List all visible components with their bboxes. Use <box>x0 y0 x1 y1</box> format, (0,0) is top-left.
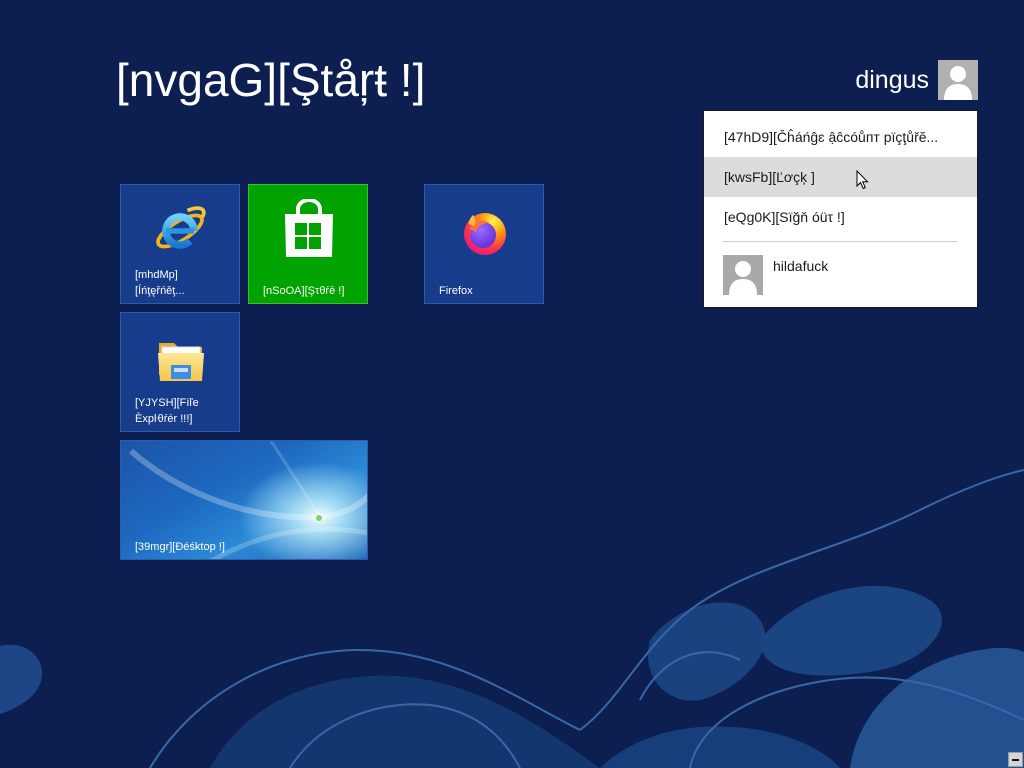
tile-label-line: [YJYSH][Fíľe <box>135 397 199 409</box>
firefox-icon <box>464 213 506 255</box>
internet-explorer-icon <box>156 206 206 249</box>
tile-store[interactable]: [nSoOA][Şτθŕē !] <box>248 184 368 304</box>
start-title: [nvgaG][Ştåŗŧ !] <box>116 54 426 106</box>
minus-icon <box>1012 759 1019 761</box>
menu-item-sign-out[interactable]: [eQg0K][Sïğň óüτ !] <box>704 197 977 237</box>
account-button[interactable]: dingus <box>855 60 978 100</box>
tile-desktop[interactable]: [39mgr][Ðéśktop !] <box>120 440 368 560</box>
user-name: dingus <box>855 66 929 94</box>
tile-firefox[interactable]: Firefox <box>424 184 544 304</box>
store-icon <box>285 199 333 257</box>
tile-label: Firefox <box>439 283 473 299</box>
semantic-zoom-button[interactable] <box>1008 752 1023 767</box>
user-avatar-icon <box>938 60 978 100</box>
menu-item-lock[interactable]: [kwsFb][Ľơçķ ] <box>704 157 977 197</box>
tile-label: [nSoOA][Şτθŕē !] <box>263 283 344 299</box>
menu-separator <box>723 241 957 242</box>
switch-user-hildafuck[interactable]: hildafuck <box>723 255 959 297</box>
menu-item-change-account-picture[interactable]: [47hD9][Čĥáńĝɛ ậĉcóůпт pïçţůřĕ... <box>704 117 977 157</box>
user-avatar-icon <box>723 255 763 295</box>
tile-label-line: [nSoOA][Şτθŕē !] <box>263 285 345 297</box>
tile-label: [YJYSH][Fíľe Èxpŀθŕér !!!] <box>135 395 199 427</box>
tile-label: [39mgr][Ðéśktop !] <box>135 539 225 555</box>
tile-label-line: Èxpŀθŕér !!!] <box>135 413 193 425</box>
tile-label-line: Firefox <box>439 285 473 297</box>
tile-internet-explorer[interactable]: [mhdMp] [Íńţęřńěţ... <box>120 184 240 304</box>
tile-file-explorer[interactable]: [YJYSH][Fíľe Èxpŀθŕér !!!] <box>120 312 240 432</box>
tile-label-line: [Íńţęřńěţ... <box>135 285 185 297</box>
tile-label-line: [mhdMp] <box>135 269 178 281</box>
account-menu: [47hD9][Čĥáńĝɛ ậĉcóůпт pïçţůřĕ... [kwsFb… <box>703 110 978 308</box>
file-explorer-icon <box>158 343 204 381</box>
tile-label: [mhdMp] [Íńţęřńěţ... <box>135 267 185 299</box>
tile-label-line: [39mgr][Ðéśktop !] <box>135 541 225 553</box>
switch-user-name: hildafuck <box>773 258 829 274</box>
